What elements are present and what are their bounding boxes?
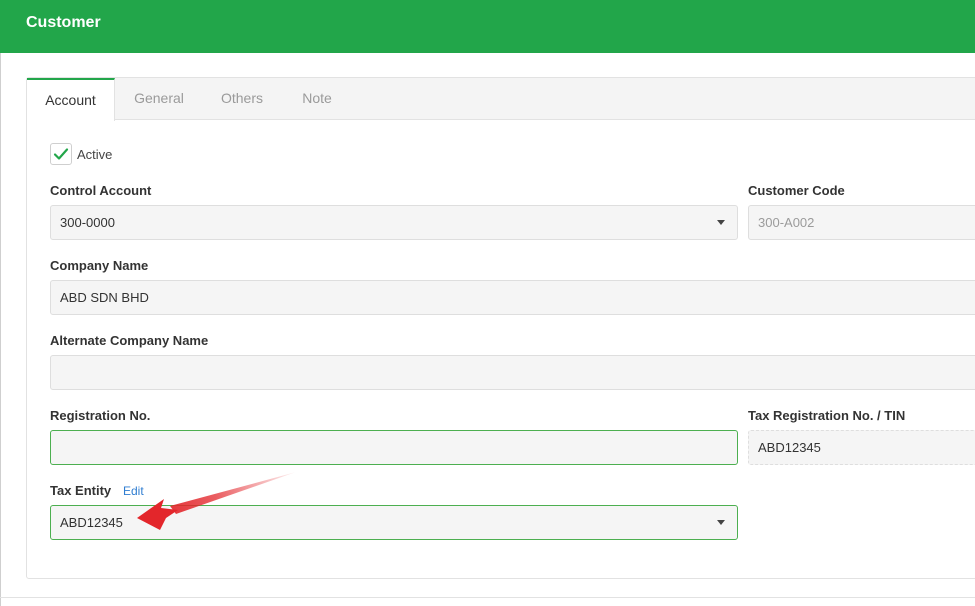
company-name-input[interactable]: ABD SDN BHD	[50, 280, 975, 315]
bottom-divider	[0, 597, 975, 598]
header-bar: Customer	[0, 0, 975, 53]
control-account-label: Control Account	[50, 183, 152, 198]
tax-entity-value: ABD12345	[60, 515, 123, 530]
control-account-value: 300-0000	[60, 215, 115, 230]
company-name-label: Company Name	[50, 258, 149, 273]
customer-code-field: 300-A002	[748, 205, 975, 240]
active-label: Active	[77, 147, 113, 162]
alternate-company-name-input[interactable]	[50, 355, 975, 390]
tab-account[interactable]: Account	[27, 78, 115, 121]
active-checkbox[interactable]	[50, 143, 72, 165]
tab-general-label: General	[134, 90, 184, 106]
tab-note[interactable]: Note	[285, 78, 349, 120]
tax-entity-edit-link[interactable]: Edit	[123, 484, 144, 498]
customer-page: Customer Account General Others Note Act…	[0, 0, 975, 606]
form-panel: Account General Others Note Active Contr…	[26, 77, 975, 579]
registration-no-input[interactable]	[50, 430, 738, 465]
tab-account-label: Account	[45, 92, 96, 108]
tab-general[interactable]: General	[119, 78, 199, 120]
tax-entity-label: Tax Entity	[50, 483, 112, 498]
tax-registration-field: ABD12345	[748, 430, 975, 465]
tax-entity-select[interactable]: ABD12345	[50, 505, 738, 540]
tab-others[interactable]: Others	[207, 78, 277, 120]
customer-code-value: 300-A002	[758, 215, 815, 230]
control-account-select[interactable]: 300-0000	[50, 205, 738, 240]
alternate-company-name-label: Alternate Company Name	[50, 333, 209, 348]
registration-no-label: Registration No.	[50, 408, 151, 423]
tab-others-label: Others	[220, 90, 263, 106]
customer-code-label: Customer Code	[748, 183, 845, 198]
caret-down-icon	[717, 220, 725, 225]
company-name-value: ABD SDN BHD	[60, 290, 149, 305]
page-title: Customer	[26, 14, 101, 31]
tax-registration-value: ABD12345	[758, 440, 821, 455]
check-icon	[53, 148, 69, 160]
tax-registration-label: Tax Registration No. / TIN	[748, 408, 906, 423]
tab-note-label: Note	[302, 90, 332, 106]
caret-down-icon	[717, 520, 725, 525]
tab-bar: Account General Others Note	[27, 78, 975, 121]
left-border	[0, 53, 1, 606]
